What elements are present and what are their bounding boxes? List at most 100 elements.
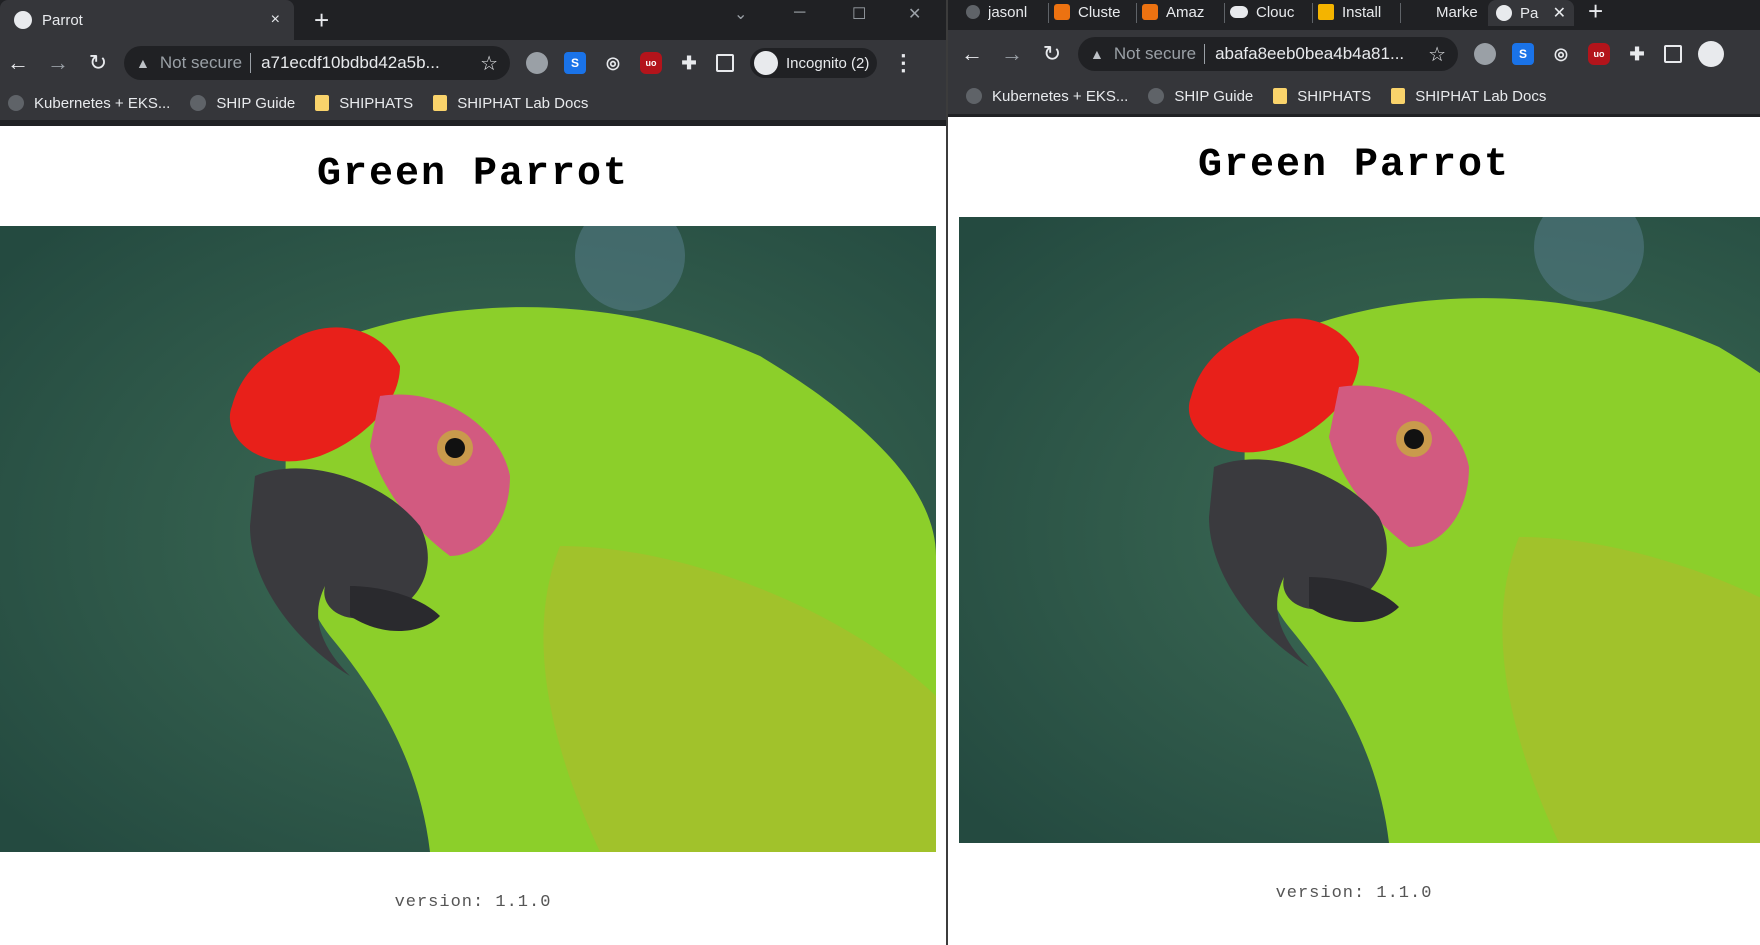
new-tab-button[interactable]: + <box>314 7 329 33</box>
bookmark-kubernetes[interactable]: Kubernetes + EKS... <box>8 95 170 112</box>
incognito-badge[interactable]: Incognito (2) <box>750 48 878 78</box>
browser-window-left: Parrot × + ⌄ ─ ☐ ✕ ← → ↻ ▲ Not secure a7… <box>0 0 946 945</box>
globe-icon <box>1496 5 1512 21</box>
bookmark-shiphat-lab-docs[interactable]: SHIPHAT Lab Docs <box>1391 88 1546 105</box>
tab-parrot[interactable]: Pa ✕ <box>1488 0 1574 26</box>
not-secure-label: Not secure <box>1113 44 1197 63</box>
github-icon <box>966 5 980 19</box>
address-bar[interactable]: ▲ Not secure a71ecdf10bdbd42a5b... ☆ <box>124 46 510 80</box>
address-bar[interactable]: ▲ Not secure abafa8eeb0bea4b4a81... ☆ <box>1078 37 1458 71</box>
divider <box>1204 44 1206 64</box>
bookmark-ship-guide[interactable]: SHIP Guide <box>1148 88 1253 105</box>
globe-icon <box>966 88 982 104</box>
s-extension-icon[interactable]: S <box>564 52 586 74</box>
bookmark-label: SHIP Guide <box>1174 87 1254 105</box>
globe-icon <box>8 95 24 111</box>
tab-jasonl[interactable]: jasonl <box>966 0 1046 24</box>
tab-divider <box>1136 3 1137 23</box>
browser-chrome: Parrot × + ⌄ ─ ☐ ✕ ← → ↻ ▲ Not secure a7… <box>0 0 946 126</box>
tab-strip: jasonl Cluste Amaz Clouc Install Marke P… <box>948 0 1760 26</box>
s-extension-icon[interactable]: S <box>1512 43 1534 65</box>
bookmark-label: SHIPHAT Lab Docs <box>457 94 589 112</box>
divider <box>250 53 252 73</box>
package-icon <box>1318 4 1334 20</box>
ublock-icon[interactable]: uo <box>1588 43 1610 65</box>
folder-icon <box>1391 88 1406 104</box>
bookmark-shiphat-lab-docs[interactable]: SHIPHAT Lab Docs <box>433 95 588 112</box>
eye-extension-icon[interactable]: ◎ <box>602 52 624 74</box>
tab-strip: Parrot × + ⌄ ─ ☐ ✕ <box>0 0 946 40</box>
incognito-icon <box>754 51 778 75</box>
puzzle-icon[interactable]: ✚ <box>678 52 700 74</box>
reload-button[interactable]: ↻ <box>78 50 118 76</box>
bookmark-label: SHIPHATS <box>339 94 414 112</box>
bookmark-label: Kubernetes + EKS... <box>34 94 171 112</box>
forward-button[interactable]: → <box>992 41 1032 67</box>
globe-icon <box>1148 88 1165 104</box>
tab-title: Parrot <box>42 11 83 29</box>
warning-icon: ▲ <box>1090 46 1104 62</box>
folder-icon <box>433 95 448 111</box>
menu-button[interactable]: ⋮ <box>883 50 923 76</box>
incognito-label: Incognito (2) <box>786 54 870 72</box>
globe-icon <box>190 95 207 111</box>
bookmark-label: SHIPHATS <box>1297 87 1372 105</box>
bookmark-shiphats[interactable]: SHIPHATS <box>1273 88 1371 105</box>
tab-marke[interactable]: Marke <box>1436 0 1492 24</box>
browser-window-right: jasonl Cluste Amaz Clouc Install Marke P… <box>946 0 1760 945</box>
tab-parrot[interactable]: Parrot × <box>0 0 294 40</box>
tab-cluster[interactable]: Cluste <box>1054 0 1134 24</box>
bookmark-label: SHIPHAT Lab Docs <box>1415 87 1547 105</box>
parrot-image <box>959 217 1760 843</box>
tab-close-icon[interactable]: ✕ <box>1553 3 1566 23</box>
page-title: Green Parrot <box>316 152 630 197</box>
aws-icon <box>1054 4 1070 20</box>
sidepanel-icon[interactable] <box>716 54 734 72</box>
tab-title: Amaz <box>1166 3 1205 21</box>
tab-search-icon[interactable]: ⌄ <box>734 4 747 24</box>
tab-close-icon[interactable]: × <box>271 11 280 29</box>
toolbar: ← → ↻ ▲ Not secure abafa8eeb0bea4b4a81..… <box>948 30 1760 78</box>
shield-extension-icon[interactable] <box>526 52 548 74</box>
parrot-illustration <box>959 217 1760 843</box>
back-button[interactable]: ← <box>952 41 992 67</box>
bookmark-star-icon[interactable]: ☆ <box>1428 42 1446 67</box>
tab-divider <box>1312 3 1313 23</box>
version-text: version: 1.1.0 <box>394 893 552 912</box>
page-title: Green Parrot <box>1197 143 1511 188</box>
tab-cloud[interactable]: Clouc <box>1230 0 1310 24</box>
tab-divider <box>1400 3 1401 23</box>
close-window-button[interactable]: ✕ <box>908 4 921 24</box>
maximize-button[interactable]: ☐ <box>852 4 866 24</box>
minimize-button[interactable]: ─ <box>794 4 805 22</box>
not-secure-label: Not secure <box>159 53 243 72</box>
bookmarks-bar: Kubernetes + EKS... SHIP Guide SHIPHATS … <box>948 78 1760 114</box>
bookmark-ship-guide[interactable]: SHIP Guide <box>190 95 295 112</box>
url-text[interactable]: abafa8eeb0bea4b4a81... <box>1215 44 1420 64</box>
parrot-image <box>0 226 936 852</box>
bookmark-star-icon[interactable]: ☆ <box>480 51 498 76</box>
bookmark-kubernetes[interactable]: Kubernetes + EKS... <box>966 88 1128 105</box>
parrot-illustration <box>0 226 936 852</box>
reload-button[interactable]: ↻ <box>1032 41 1072 67</box>
aws-icon <box>1142 4 1158 20</box>
forward-button[interactable]: → <box>38 50 78 76</box>
tab-amazon[interactable]: Amaz <box>1142 0 1222 24</box>
folder-icon <box>315 95 330 111</box>
tab-title: Install <box>1342 3 1382 21</box>
sidepanel-icon[interactable] <box>1664 45 1682 63</box>
tab-divider <box>1048 3 1049 23</box>
bookmark-shiphats[interactable]: SHIPHATS <box>315 95 413 112</box>
url-text[interactable]: a71ecdf10bdbd42a5b... <box>261 53 472 73</box>
tab-title: Clouc <box>1256 3 1295 21</box>
back-button[interactable]: ← <box>0 50 38 76</box>
ublock-icon[interactable]: uo <box>640 52 662 74</box>
new-tab-button[interactable]: + <box>1588 0 1603 24</box>
shield-extension-icon[interactable] <box>1474 43 1496 65</box>
puzzle-icon[interactable]: ✚ <box>1626 43 1648 65</box>
bookmark-label: SHIP Guide <box>216 94 296 112</box>
tab-install[interactable]: Install <box>1318 0 1398 24</box>
incognito-icon[interactable] <box>1698 41 1724 67</box>
eye-extension-icon[interactable]: ◎ <box>1550 43 1572 65</box>
version-text: version: 1.1.0 <box>1275 884 1433 903</box>
